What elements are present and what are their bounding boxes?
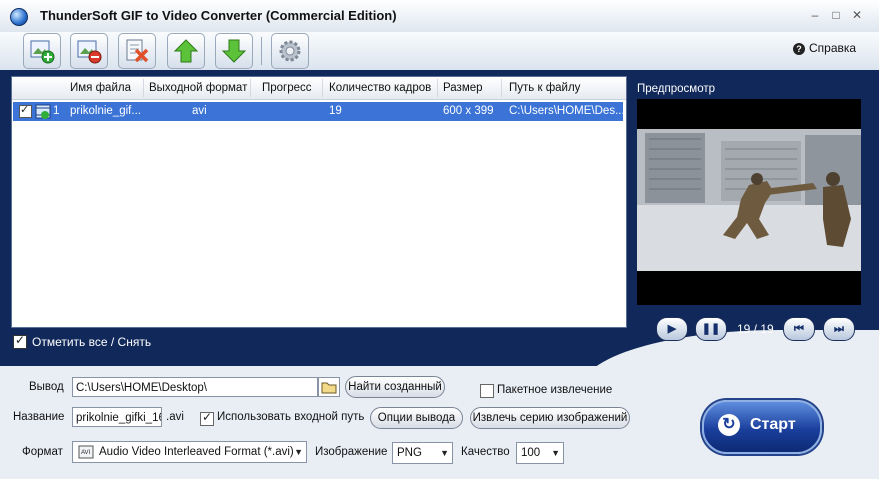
move-down-button[interactable]: [215, 33, 253, 69]
column-separator: [322, 79, 323, 97]
title-bar: ThunderSoft GIF to Video Converter (Comm…: [0, 0, 879, 33]
settings-icon: [279, 40, 301, 62]
add-file-button[interactable]: [23, 33, 61, 69]
preview-frame: [637, 99, 861, 305]
remove-file-button[interactable]: [70, 33, 108, 69]
dropdown-arrow-icon: ▼: [294, 447, 303, 457]
quality-label: Качество: [461, 446, 510, 458]
batch-extract-checkbox[interactable]: [480, 384, 494, 398]
pause-button[interactable]: ❚❚: [695, 317, 727, 341]
next-frame-button[interactable]: ⏭: [823, 317, 855, 341]
add-file-icon: [30, 40, 55, 64]
frame-counter: 19 / 19: [737, 322, 774, 336]
preview-image: [637, 99, 861, 305]
row-output-format: avi: [192, 105, 207, 117]
output-name-field[interactable]: prikolnie_gifki_16: [72, 407, 162, 427]
help-link[interactable]: ? Справка: [793, 41, 856, 55]
minimize-icon[interactable]: –: [809, 9, 821, 21]
help-icon: ?: [793, 43, 805, 55]
previous-frame-button[interactable]: ⏮: [783, 317, 815, 341]
check-all-label[interactable]: Отметить все / Снять: [32, 335, 151, 349]
column-header-name[interactable]: Имя файла: [70, 82, 131, 94]
app-window: ThunderSoft GIF to Video Converter (Comm…: [0, 0, 879, 479]
avi-file-icon: AVI: [78, 445, 94, 459]
column-separator: [437, 79, 438, 97]
preview-label: Предпросмотр: [637, 83, 715, 95]
column-header-format[interactable]: Выходной формат: [149, 82, 247, 94]
dropdown-arrow-icon: ▼: [551, 448, 560, 458]
dropdown-arrow-icon: ▼: [440, 448, 449, 458]
column-separator: [143, 79, 144, 97]
use-input-path-label[interactable]: Использовать входной путь: [217, 411, 364, 423]
image-label: Изображение: [315, 446, 388, 458]
file-list: Имя файла Выходной формат Прогресс Колич…: [11, 76, 627, 328]
play-icon: ▶: [667, 323, 677, 335]
check-all-checkbox[interactable]: [13, 333, 27, 349]
maximize-icon[interactable]: □: [830, 9, 842, 21]
image-format-value: PNG: [397, 447, 422, 459]
clear-list-icon: [126, 39, 149, 63]
start-label: Старт: [750, 416, 796, 433]
extract-image-series-button[interactable]: Извлечь серию изображений: [470, 407, 630, 429]
remove-file-icon: [77, 40, 102, 64]
svg-text:AVI: AVI: [81, 450, 91, 456]
refresh-icon: ↻: [718, 414, 740, 436]
file-list-header: Имя файла Выходной формат Прогресс Колич…: [12, 77, 626, 100]
column-header-progress[interactable]: Прогресс: [262, 82, 312, 94]
clear-list-button[interactable]: [118, 33, 156, 69]
row-index: 1: [53, 105, 60, 117]
window-title: ThunderSoft GIF to Video Converter (Comm…: [40, 8, 397, 23]
format-value: Audio Video Interleaved Format (*.avi): [99, 446, 294, 458]
output-label: Вывод: [29, 381, 64, 393]
pause-icon: ❚❚: [701, 323, 721, 335]
row-checkbox[interactable]: [19, 103, 32, 118]
quality-value: 100: [521, 447, 541, 459]
output-options-button[interactable]: Опции вывода: [370, 407, 463, 429]
settings-button[interactable]: [271, 33, 309, 69]
quality-select[interactable]: 100 ▼: [516, 442, 564, 464]
skip-forward-icon: ⏭: [834, 323, 844, 335]
play-button[interactable]: ▶: [656, 317, 688, 341]
column-separator: [250, 79, 251, 97]
move-down-icon: [221, 39, 247, 63]
row-size: 600 x 399: [443, 105, 494, 117]
folder-icon: [321, 382, 337, 394]
gif-file-icon: [35, 104, 51, 119]
format-select[interactable]: AVI Audio Video Interleaved Format (*.av…: [72, 441, 307, 463]
toolbar-separator: [261, 37, 262, 65]
row-file-name: prikolnie_gif...: [70, 105, 141, 117]
name-label: Название: [13, 411, 65, 423]
column-header-size[interactable]: Размер: [443, 82, 483, 94]
app-logo-icon: [10, 8, 28, 26]
close-icon[interactable]: ✕: [851, 9, 863, 21]
browse-folder-button[interactable]: [318, 377, 340, 397]
name-extension: .avi: [166, 411, 184, 423]
start-button[interactable]: ↻ Старт: [702, 400, 822, 454]
find-created-button[interactable]: Найти созданный: [345, 376, 445, 398]
format-label: Формат: [22, 446, 63, 458]
move-up-icon: [173, 39, 199, 63]
output-path-field[interactable]: C:\Users\HOME\Desktop\: [72, 377, 318, 397]
move-up-button[interactable]: [167, 33, 205, 69]
column-header-frames[interactable]: Количество кадров: [329, 82, 431, 94]
batch-extract-label[interactable]: Пакетное извлечение: [497, 384, 612, 396]
use-input-path-checkbox[interactable]: [200, 410, 214, 426]
row-path: C:\Users\HOME\Des...: [509, 105, 625, 117]
skip-back-icon: ⏮: [794, 323, 804, 335]
row-frame-count: 19: [329, 105, 342, 117]
table-row[interactable]: 1 prikolnie_gif... avi 19 600 x 399 C:\U…: [13, 102, 625, 121]
help-label: Справка: [809, 41, 857, 55]
column-separator: [501, 79, 502, 97]
image-format-select[interactable]: PNG ▼: [392, 442, 453, 464]
column-header-path[interactable]: Путь к файлу: [509, 82, 580, 94]
